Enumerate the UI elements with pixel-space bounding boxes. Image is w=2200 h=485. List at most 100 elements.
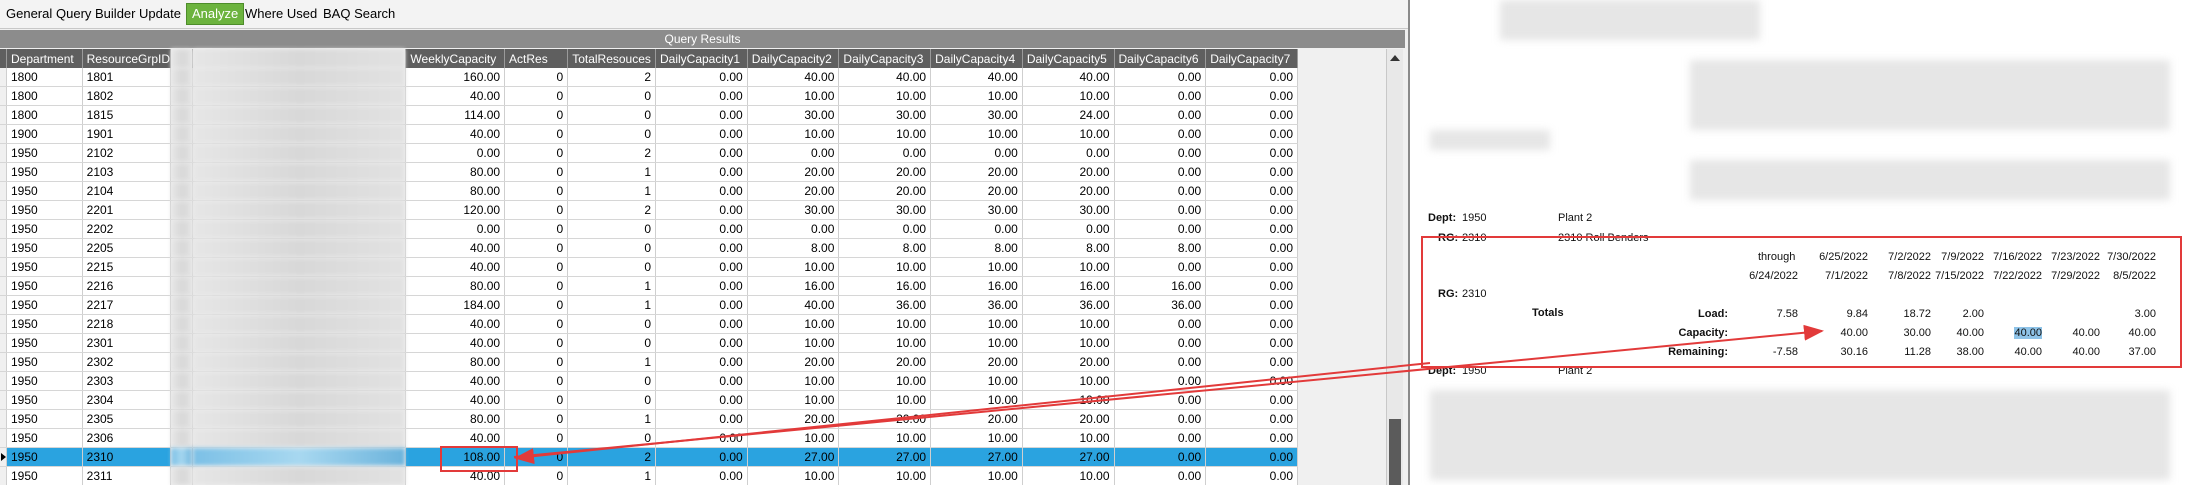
table-cell[interactable]: 24.00: [1022, 105, 1115, 125]
table-cell[interactable]: 0.00: [1205, 314, 1298, 334]
table-cell[interactable]: 0.00: [838, 219, 932, 239]
table-cell[interactable]: 2215: [82, 257, 172, 277]
table-cell[interactable]: 0.00: [1114, 390, 1207, 410]
table-cell[interactable]: 0: [504, 143, 569, 163]
table-cell[interactable]: 20.00: [930, 352, 1023, 372]
table-cell[interactable]: 22: [170, 219, 194, 239]
table-cell[interactable]: 1950: [6, 466, 83, 485]
table-row[interactable]: 195023042340.00000.0010.0010.0010.0010.0…: [0, 390, 1298, 410]
table-cell[interactable]: 0: [567, 124, 656, 144]
table-cell[interactable]: 10.00: [838, 86, 932, 106]
table-cell[interactable]: 0.00: [1205, 200, 1298, 220]
table-cell[interactable]: 20.00: [930, 409, 1023, 429]
table-cell[interactable]: 80.00: [405, 352, 506, 372]
column-header[interactable]: DailyCapacity6: [1114, 49, 1207, 68]
table-cell[interactable]: 0: [504, 314, 569, 334]
table-cell[interactable]: 80.00: [405, 181, 506, 201]
table-cell[interactable]: 1: [567, 162, 656, 182]
table-cell[interactable]: 1950: [6, 143, 83, 163]
table-cell[interactable]: 23: [170, 371, 194, 391]
table-cell[interactable]: 0.00: [655, 200, 748, 220]
table-cell[interactable]: 0.00: [747, 143, 840, 163]
table-cell[interactable]: 0.00: [1114, 219, 1207, 239]
table-cell[interactable]: 2218: [82, 314, 172, 334]
table-cell[interactable]: 0.00: [1205, 333, 1298, 353]
scroll-thumb[interactable]: [1389, 419, 1401, 485]
table-cell[interactable]: 40.00: [405, 238, 506, 258]
table-cell[interactable]: 8.00: [747, 238, 840, 258]
table-row[interactable]: 195022152240.00000.0010.0010.0010.0010.0…: [0, 257, 1298, 277]
table-cell[interactable]: 0.00: [1205, 466, 1298, 485]
tab-where-used[interactable]: Where Used: [240, 4, 322, 24]
table-cell[interactable]: 1: [567, 295, 656, 315]
table-cell[interactable]: 80.00: [405, 409, 506, 429]
table-cell[interactable]: [192, 238, 407, 258]
table-cell[interactable]: [192, 219, 407, 239]
table-cell[interactable]: 10.00: [838, 390, 932, 410]
table-cell[interactable]: 10.00: [838, 314, 932, 334]
table-cell[interactable]: 0.00: [1205, 105, 1298, 125]
table-cell[interactable]: 16.00: [1114, 276, 1207, 296]
table-cell[interactable]: 0: [567, 390, 656, 410]
column-header[interactable]: [170, 49, 194, 68]
table-cell[interactable]: 80.00: [405, 276, 506, 296]
table-cell[interactable]: 0.00: [1205, 276, 1298, 296]
table-row[interactable]: 1950220122120.00020.0030.0030.0030.0030.…: [0, 200, 1298, 220]
table-cell[interactable]: 1800: [6, 68, 83, 87]
table-cell[interactable]: 10.00: [838, 257, 932, 277]
tab-update[interactable]: Update: [134, 4, 186, 24]
table-cell[interactable]: 10.00: [1022, 314, 1115, 334]
table-row[interactable]: 195023012340.00000.0010.0010.0010.0010.0…: [0, 333, 1298, 353]
table-cell[interactable]: 2: [567, 143, 656, 163]
table-cell[interactable]: 10.00: [1022, 390, 1115, 410]
table-row[interactable]: 190019011940.00000.0010.0010.0010.0010.0…: [0, 124, 1298, 144]
table-cell[interactable]: [192, 257, 407, 277]
column-header[interactable]: DailyCapacity3: [838, 49, 932, 68]
table-cell[interactable]: 27.00: [838, 447, 932, 467]
table-cell[interactable]: 0.00: [655, 390, 748, 410]
table-cell[interactable]: 0.00: [655, 68, 748, 87]
table-cell[interactable]: 0: [504, 238, 569, 258]
table-cell[interactable]: 0.00: [655, 409, 748, 429]
table-cell[interactable]: 1950: [6, 371, 83, 391]
table-cell[interactable]: 0.00: [655, 162, 748, 182]
table-cell[interactable]: 0: [504, 352, 569, 372]
table-cell[interactable]: 10.00: [930, 333, 1023, 353]
table-cell[interactable]: 10.00: [930, 257, 1023, 277]
table-cell[interactable]: 10.00: [838, 124, 932, 144]
table-cell[interactable]: 20.00: [838, 162, 932, 182]
table-cell[interactable]: 2: [567, 68, 656, 87]
table-cell[interactable]: 2306: [82, 428, 172, 448]
table-cell[interactable]: 30.00: [930, 105, 1023, 125]
table-cell[interactable]: 0.00: [1114, 86, 1207, 106]
table-cell[interactable]: 0: [567, 428, 656, 448]
tab-query-builder[interactable]: Query Builder: [51, 4, 140, 24]
column-header[interactable]: [192, 49, 407, 68]
table-cell[interactable]: 0.00: [1114, 68, 1207, 87]
table-cell[interactable]: 0: [504, 257, 569, 277]
table-cell[interactable]: 40.00: [405, 314, 506, 334]
table-row[interactable]: 195023022380.00010.0020.0020.0020.0020.0…: [0, 352, 1298, 372]
table-row[interactable]: 195022052240.00000.008.008.008.008.008.0…: [0, 238, 1298, 258]
table-cell[interactable]: 0.00: [655, 124, 748, 144]
table-cell[interactable]: 0: [567, 314, 656, 334]
table-cell[interactable]: 0: [504, 162, 569, 182]
table-cell[interactable]: 40.00: [1022, 68, 1115, 87]
table-cell[interactable]: 36.00: [1114, 295, 1207, 315]
table-cell[interactable]: 0: [504, 390, 569, 410]
table-cell[interactable]: 1901: [82, 124, 172, 144]
table-cell[interactable]: 80.00: [405, 162, 506, 182]
table-cell[interactable]: 40.00: [405, 428, 506, 448]
table-cell[interactable]: 21: [170, 143, 194, 163]
table-cell[interactable]: 1: [567, 276, 656, 296]
table-cell[interactable]: 0: [504, 371, 569, 391]
table-row[interactable]: 195023032340.00000.0010.0010.0010.0010.0…: [0, 371, 1298, 391]
table-cell[interactable]: 27.00: [1022, 447, 1115, 467]
table-cell[interactable]: 40.00: [930, 68, 1023, 87]
table-cell[interactable]: 1950: [6, 447, 83, 467]
table-cell[interactable]: 0.00: [1205, 428, 1298, 448]
table-cell[interactable]: 30.00: [747, 105, 840, 125]
table-cell[interactable]: 18: [170, 68, 194, 87]
table-cell[interactable]: 22: [170, 238, 194, 258]
table-cell[interactable]: 20.00: [747, 162, 840, 182]
